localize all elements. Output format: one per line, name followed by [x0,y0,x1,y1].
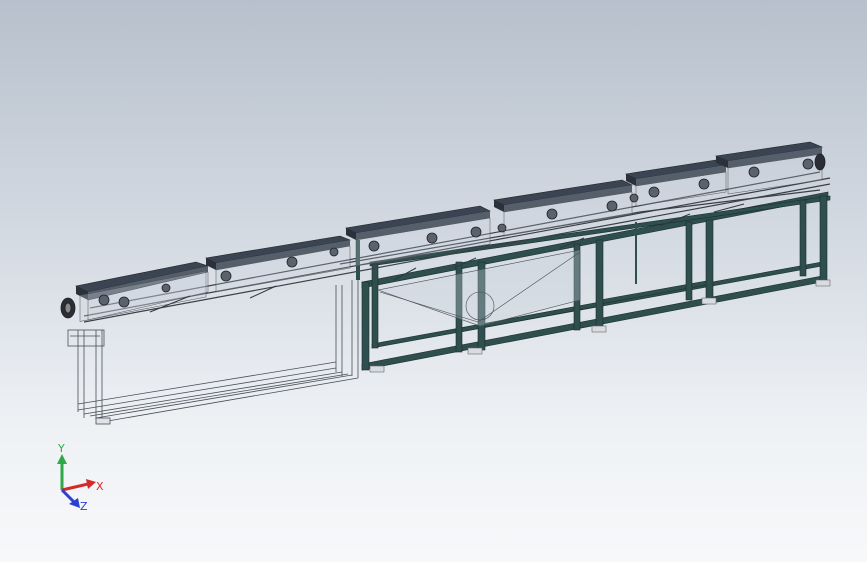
z-axis-label: Z [80,500,88,513]
conveyor-assembly-model[interactable] [0,0,867,562]
y-axis-arrowhead [57,454,67,464]
model-viewport[interactable]: Y X Z [0,0,867,562]
x-axis-label: X [96,480,104,493]
x-axis-arrow [61,482,89,492]
z-axis-arrow [60,488,76,504]
x-axis-arrowhead [86,479,96,489]
y-axis-label: Y [57,442,65,455]
orientation-triad[interactable]: Y X Z [40,438,120,518]
